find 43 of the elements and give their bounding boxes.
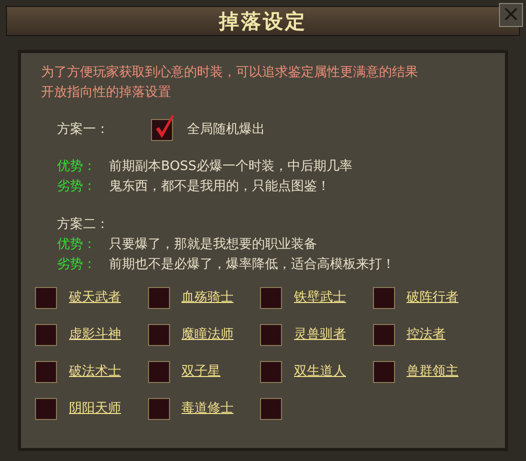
class-link[interactable]: 破天武者 [69, 288, 121, 308]
checkbox[interactable] [35, 398, 57, 420]
checkbox[interactable] [372, 324, 394, 346]
checkbox[interactable] [148, 398, 170, 420]
cons-label: 劣势： [57, 178, 97, 196]
pros-label: 优势： [57, 236, 97, 254]
checkbox[interactable] [35, 361, 57, 383]
option-label: 全局随机爆出 [187, 121, 265, 139]
cons-text: 前期也不是必爆了，爆率降低，适合高模板来打！ [109, 256, 395, 274]
class-link[interactable]: 毒道修士 [182, 399, 234, 419]
checkbox[interactable] [260, 287, 282, 309]
plan-title: 方案一： [57, 121, 110, 139]
checkbox[interactable] [372, 287, 394, 309]
class-link[interactable]: 魔瞳法师 [182, 325, 234, 345]
checkbox[interactable] [148, 287, 170, 309]
class-link[interactable]: 双子星 [182, 362, 220, 382]
class-link[interactable]: 破阵行者 [406, 288, 458, 308]
window-title: 掉落设定 [219, 8, 307, 35]
class-link[interactable]: 阴阳天师 [69, 399, 121, 419]
class-link[interactable]: 控法者 [406, 325, 446, 345]
checkbox[interactable] [260, 398, 282, 420]
checkbox[interactable] [260, 361, 282, 383]
cons-label: 劣势： [57, 256, 97, 274]
checkbox[interactable] [148, 361, 170, 383]
checkbox[interactable] [35, 287, 57, 309]
class-link[interactable]: 灵兽驯者 [294, 325, 346, 345]
pros-label: 优势： [57, 158, 97, 176]
class-link[interactable]: 虚影斗神 [69, 325, 121, 345]
class-link[interactable]: 兽群领主 [406, 362, 458, 382]
cons-text: 鬼东西，都不是我用的，只能点图鉴！ [109, 178, 330, 196]
pros-text: 只要爆了，那就是我想要的职业装备 [109, 236, 317, 254]
checkbox[interactable] [372, 361, 394, 383]
class-link[interactable]: 铁壁武士 [294, 288, 346, 308]
checkbox[interactable] [260, 324, 282, 346]
plan-title: 方案二： [57, 216, 110, 234]
class-link[interactable]: 破法术士 [69, 362, 121, 382]
class-link[interactable]: 血殇骑士 [182, 288, 234, 308]
pros-text: 前期副本BOSS必爆一个时装，中后期几率 [109, 158, 352, 176]
checkbox[interactable] [35, 324, 57, 346]
intro-text: 为了方便玩家获取到心意的时装，可以追求鉴定属性更满意的结果 [41, 64, 419, 82]
checkbox[interactable] [148, 324, 170, 346]
intro-text: 开放指向性的掉落设置 [41, 84, 172, 102]
class-link[interactable]: 双生道人 [294, 362, 346, 382]
